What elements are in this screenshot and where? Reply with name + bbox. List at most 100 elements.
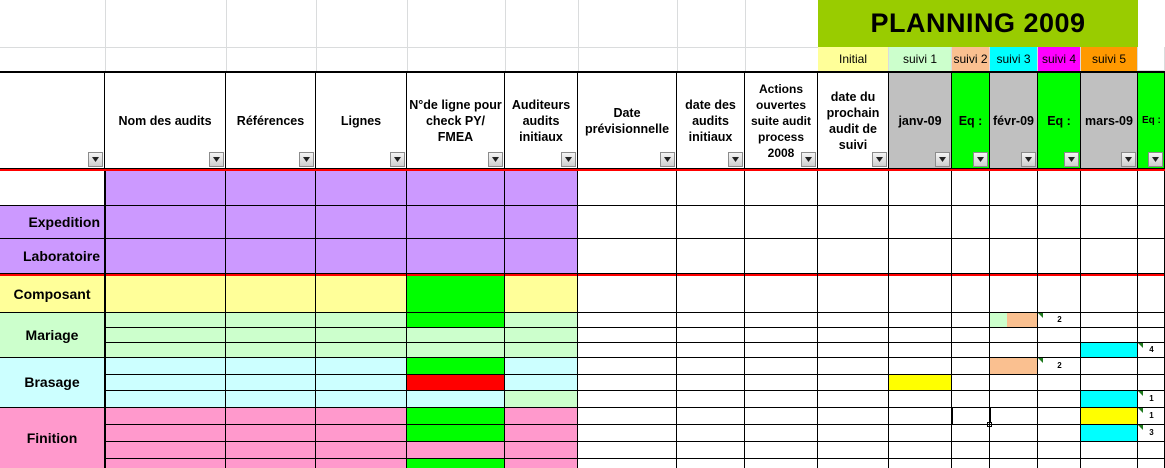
grid-line xyxy=(407,0,408,72)
cell xyxy=(990,312,1007,327)
grid-line xyxy=(989,171,990,468)
comment-indicator-icon xyxy=(1038,313,1043,318)
comment-indicator-icon xyxy=(1038,358,1043,363)
grid-line xyxy=(504,171,505,468)
column-header-label: Nom des audits xyxy=(118,114,212,128)
cell xyxy=(1138,47,1165,71)
filter-dropdown-button[interactable] xyxy=(561,152,576,167)
cell xyxy=(1007,312,1038,327)
grid-line xyxy=(105,342,1165,343)
filter-dropdown-button[interactable] xyxy=(872,152,887,167)
grid-line xyxy=(0,47,818,48)
suivi-label-5: suivi 5 xyxy=(1081,47,1138,71)
chevron-down-icon xyxy=(565,157,572,162)
planning-title: PLANNING 2009 xyxy=(818,0,1138,47)
group-label-mariage: Mariage xyxy=(25,326,79,343)
column-header-label: Actions ouvertes suite audit process 200… xyxy=(750,82,811,160)
cell xyxy=(889,374,952,390)
grid-line xyxy=(505,0,506,72)
grid-line xyxy=(316,0,317,72)
grid-line xyxy=(105,390,1165,391)
grid-line xyxy=(0,312,1165,313)
chevron-down-icon xyxy=(805,157,812,162)
group-label-composant: Composant xyxy=(13,286,91,302)
column-header-label: Lignes xyxy=(340,114,382,128)
column-header-label: Date prévisionnelle xyxy=(584,106,670,136)
column-header-label: date des audits initiaux xyxy=(685,98,736,144)
chevron-down-icon xyxy=(213,157,220,162)
suivi-label-3: suivi 3 xyxy=(990,47,1038,71)
column-header-label: date du prochain audit de suivi xyxy=(826,90,880,152)
cell xyxy=(407,407,505,424)
group-label-expedition: Expedition xyxy=(28,213,100,230)
grid-line xyxy=(105,441,1165,442)
chevron-down-icon xyxy=(1125,157,1132,162)
grid-line xyxy=(105,424,1165,425)
filter-dropdown-button[interactable] xyxy=(660,152,675,167)
grid-line xyxy=(0,357,1165,358)
grid-line xyxy=(0,407,1165,408)
chevron-down-icon xyxy=(664,157,671,162)
column-header-label: Eq : xyxy=(1047,114,1071,128)
filter-dropdown-button[interactable] xyxy=(1121,152,1136,167)
comment-indicator-icon xyxy=(1138,408,1143,413)
grid-line xyxy=(225,171,226,468)
grid-line xyxy=(105,458,1165,459)
column-header-1: Nom des audits xyxy=(105,73,226,169)
filter-dropdown-button[interactable] xyxy=(299,152,314,167)
cell xyxy=(407,458,505,468)
filter-dropdown-button[interactable] xyxy=(1148,152,1163,167)
grid-line xyxy=(817,171,818,468)
grid-line xyxy=(745,0,746,72)
grid-line xyxy=(0,205,1165,206)
cell xyxy=(105,312,578,357)
column-header-label: Auditeurs audits initiaux xyxy=(511,98,571,144)
comment-indicator-icon xyxy=(1138,425,1143,430)
count-value: 2 xyxy=(1057,361,1062,370)
column-header-label: Eq : xyxy=(1142,115,1161,126)
filter-dropdown-button[interactable] xyxy=(88,152,103,167)
comment-indicator-icon xyxy=(1138,343,1143,348)
column-header-label: N°de ligne pour check PY/ FMEA xyxy=(409,98,502,144)
grid-line xyxy=(104,171,106,468)
cell xyxy=(1081,424,1138,441)
cell xyxy=(1081,407,1138,424)
chevron-down-icon xyxy=(876,157,883,162)
column-header-label: Références xyxy=(236,114,305,128)
cell xyxy=(407,312,505,327)
cell xyxy=(1081,390,1138,407)
column-header-label: févr-09 xyxy=(993,114,1034,128)
grid-line xyxy=(315,171,316,468)
filter-dropdown-button[interactable] xyxy=(1021,152,1036,167)
grid-line xyxy=(577,171,578,468)
cell xyxy=(407,424,505,441)
chevron-down-icon xyxy=(939,157,946,162)
cell xyxy=(1081,342,1138,357)
suivi-label-0: Initial xyxy=(818,47,889,71)
filter-dropdown-button[interactable] xyxy=(1064,152,1079,167)
column-header-label: mars-09 xyxy=(1085,114,1133,128)
filter-dropdown-button[interactable] xyxy=(801,152,816,167)
chevron-down-icon xyxy=(1068,157,1075,162)
filter-dropdown-button[interactable] xyxy=(209,152,224,167)
selected-cell[interactable] xyxy=(952,407,991,425)
group-label-finition: Finition xyxy=(26,429,78,446)
comment-indicator-icon xyxy=(1138,391,1143,396)
grid-line xyxy=(888,171,889,468)
chevron-down-icon xyxy=(92,157,99,162)
chevron-down-icon xyxy=(977,157,984,162)
grid-line xyxy=(744,171,745,468)
suivi-label-2: suivi 2 xyxy=(952,47,990,71)
filter-dropdown-button[interactable] xyxy=(390,152,405,167)
chevron-down-icon xyxy=(303,157,310,162)
count-value: 2 xyxy=(1057,315,1062,324)
filter-dropdown-button[interactable] xyxy=(935,152,950,167)
suivi-label-4: suivi 4 xyxy=(1038,47,1081,71)
group-label-brasage: Brasage xyxy=(24,374,80,390)
filter-dropdown-button[interactable] xyxy=(728,152,743,167)
cell xyxy=(407,374,505,390)
filter-dropdown-button[interactable] xyxy=(973,152,988,167)
filter-dropdown-button[interactable] xyxy=(488,152,503,167)
cell xyxy=(105,171,578,273)
grid-line xyxy=(105,327,1165,328)
